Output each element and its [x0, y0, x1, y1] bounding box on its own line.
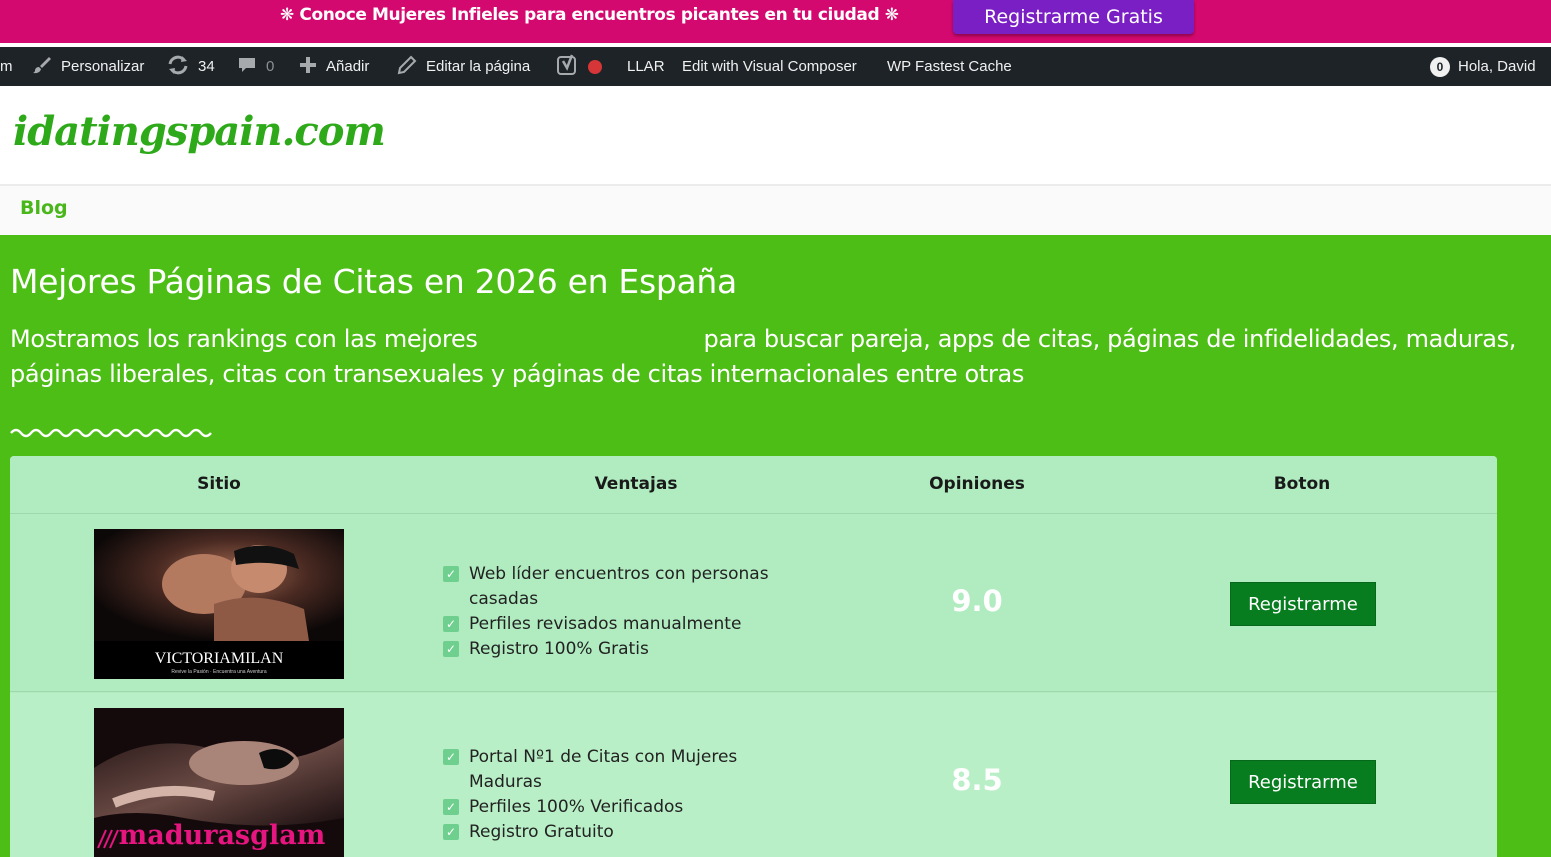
table-header: Sitio Ventajas Opiniones Boton [10, 456, 1497, 514]
admin-bar-account[interactable]: 0 Hola, David [1430, 47, 1536, 86]
refresh-icon [167, 55, 189, 78]
brush-icon [32, 55, 52, 78]
feature-text: Perfiles revisados manualmente [469, 614, 742, 634]
list-item: ✓ Registro 100% Gratis [443, 637, 803, 662]
admin-bar-add[interactable]: Añadir [299, 47, 369, 86]
feature-text: Portal Nº1 de Citas con Mujeres Maduras [469, 747, 738, 792]
victoriamilan-tagline: Revive la Pasión · Encuentra una Aventur… [171, 669, 266, 675]
admin-bar-site-stub[interactable]: m [0, 47, 13, 86]
table-row: madurasglam ✓ Portal Nº1 de Citas con Muj… [10, 693, 1497, 857]
promo-register-button[interactable]: Registrarme Gratis [953, 0, 1194, 34]
site-logo[interactable]: idatingspain.com [13, 108, 386, 155]
list-item: ✓ Perfiles 100% Verificados [443, 795, 803, 820]
promo-text: ❋ Conoce Mujeres Infieles para encuentro… [280, 5, 899, 25]
checkbox-icon: ✓ [443, 799, 459, 815]
site-thumbnail-victoriamilan[interactable]: VICTORIAMILAN Revive la Pasión · Encuent… [94, 529, 344, 679]
lead-part-1: Mostramos los rankings con las mejores [10, 325, 478, 353]
pencil-icon [397, 55, 417, 78]
admin-bar-seo[interactable] [557, 47, 602, 86]
header-opiniones: Opiniones [929, 474, 1025, 494]
feature-text: Registro 100% Gratis [469, 639, 649, 659]
admin-bar-updates-count: 34 [198, 58, 215, 75]
admin-bar-llar[interactable]: LLAR [627, 47, 665, 86]
list-item: ✓ Portal Nº1 de Citas con Mujeres Maduras [443, 745, 803, 795]
checkbox-icon: ✓ [443, 824, 459, 840]
comment-icon [237, 55, 257, 78]
admin-bar-llar-label: LLAR [627, 58, 665, 75]
admin-bar-site-stub-label: m [0, 58, 13, 75]
admin-bar-comments-count: 0 [266, 58, 275, 75]
admin-bar-edit-page[interactable]: Editar la página [397, 47, 530, 86]
ranking-table: Sitio Ventajas Opiniones Boton VICTORIAM… [10, 456, 1497, 857]
features-list: ✓ Web líder encuentros con personas casad… [443, 562, 803, 662]
site-header: idatingspain.com [0, 86, 1551, 184]
table-row: VICTORIAMILAN Revive la Pasión · Encuent… [10, 514, 1497, 692]
admin-bar-fastest-cache[interactable]: WP Fastest Cache [887, 47, 1012, 86]
feature-text: Perfiles 100% Verificados [469, 797, 684, 817]
register-button[interactable]: Registrarme [1230, 760, 1376, 804]
admin-bar: m Personalizar 34 0 Añadir Editar la pág… [0, 47, 1551, 86]
checkbox-icon: ✓ [443, 749, 459, 765]
list-item: ✓ Registro Gratuito [443, 820, 803, 845]
features-list: ✓ Portal Nº1 de Citas con Mujeres Maduras… [443, 745, 803, 845]
header-ventajas: Ventajas [594, 474, 678, 494]
main-nav: Blog [0, 184, 1551, 235]
checkbox-icon: ✓ [443, 616, 459, 632]
page-title: Mejores Páginas de Citas en 2026 en Espa… [10, 262, 737, 301]
plus-icon [299, 56, 317, 77]
list-item: ✓ Perfiles revisados manualmente [443, 612, 803, 637]
nav-link-blog[interactable]: Blog [20, 197, 68, 219]
notification-badge: 0 [1430, 56, 1450, 77]
list-item: ✓ Web líder encuentros con personas casad… [443, 562, 803, 612]
feature-text: Registro Gratuito [469, 822, 614, 842]
promo-bar: ❋ Conoce Mujeres Infieles para encuentro… [0, 0, 1551, 43]
admin-bar-comments[interactable]: 0 [237, 47, 274, 86]
admin-bar-greeting: Hola, David [1458, 58, 1536, 75]
rating-score: 9.0 [951, 584, 1003, 618]
admin-bar-visual-composer[interactable]: Edit with Visual Composer [682, 47, 857, 86]
site-thumbnail-madurasglam[interactable]: madurasglam [94, 708, 344, 857]
seo-status-dot [588, 59, 602, 74]
checkbox-icon: ✓ [443, 641, 459, 657]
page-lead: Mostramos los rankings con las mejores pa… [10, 322, 1530, 392]
admin-bar-customize[interactable]: Personalizar [32, 47, 144, 86]
admin-bar-add-label: Añadir [326, 58, 370, 75]
header-boton: Boton [1273, 474, 1331, 494]
header-sitio: Sitio [197, 474, 241, 494]
squiggle-divider [10, 425, 216, 444]
admin-bar-fastest-cache-label: WP Fastest Cache [887, 58, 1012, 75]
victoriamilan-logo-text: VICTORIAMILAN [155, 650, 284, 667]
admin-bar-edit-page-label: Editar la página [426, 58, 531, 75]
admin-bar-visual-composer-label: Edit with Visual Composer [682, 58, 857, 75]
yoast-icon [557, 54, 579, 79]
admin-bar-updates[interactable]: 34 [167, 47, 215, 86]
checkbox-icon: ✓ [443, 566, 459, 582]
admin-bar-customize-label: Personalizar [61, 58, 145, 75]
feature-text: Web líder encuentros con personas casada… [469, 564, 769, 609]
rating-score: 8.5 [951, 763, 1003, 797]
register-button[interactable]: Registrarme [1230, 582, 1376, 626]
madurasglam-logo-text: madurasglam [119, 820, 326, 851]
